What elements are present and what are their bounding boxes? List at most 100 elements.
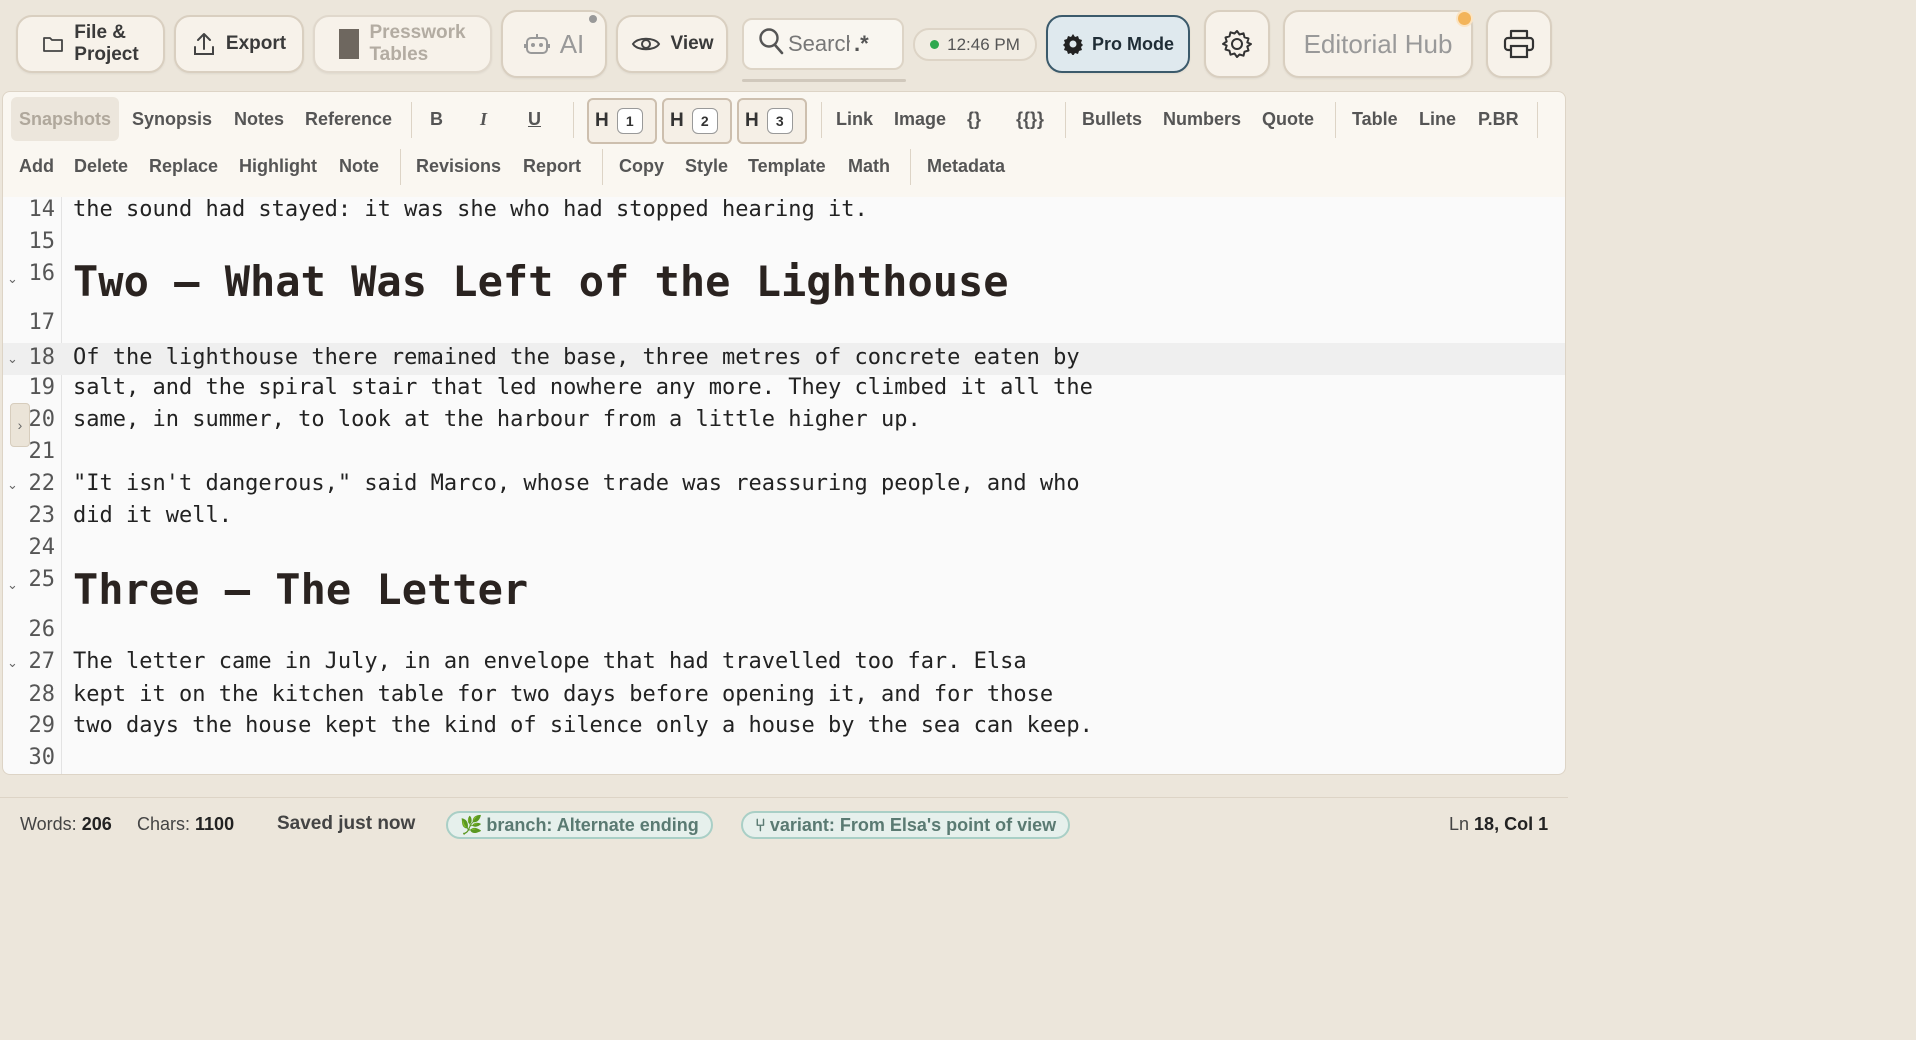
heading-1-button[interactable]: H 1	[587, 98, 657, 144]
bold-button[interactable]: B	[430, 104, 443, 134]
editor-line[interactable]: 30	[3, 745, 1565, 773]
variant-badge[interactable]: ⑂ variant: From Elsa's point of view	[741, 811, 1071, 839]
editor-line[interactable]: 29 two days the house kept the kind of s…	[3, 713, 1565, 745]
presswork-tables-button[interactable]: Presswork Tables	[313, 15, 492, 73]
line-text[interactable]: Of the lighthouse there remained the bas…	[73, 345, 1080, 370]
regex-toggle[interactable]: .*	[854, 31, 869, 57]
line-text[interactable]: The letter came in July, in an envelope …	[73, 649, 1027, 674]
revisions-button[interactable]: Revisions	[416, 151, 501, 181]
notification-badge	[1456, 10, 1473, 27]
column-label: Col	[1504, 814, 1534, 834]
search-icon	[758, 27, 784, 61]
notes-button[interactable]: Notes	[234, 104, 284, 134]
note-button[interactable]: Note	[339, 151, 379, 181]
quote-button[interactable]: Quote	[1262, 104, 1314, 134]
snapshots-button[interactable]: Snapshots	[11, 97, 120, 141]
file-project-button[interactable]: File & Project	[16, 15, 165, 73]
line-number: 22	[28, 471, 56, 496]
separator	[910, 149, 911, 185]
column-value: 1	[1538, 814, 1549, 834]
ai-button[interactable]: AI	[501, 10, 607, 78]
line-text[interactable]: kept it on the kitchen table for two day…	[73, 682, 1053, 707]
pro-mode-button[interactable]: Pro Mode	[1046, 15, 1190, 73]
table-button[interactable]: Table	[1352, 104, 1398, 134]
char-count: Chars: 1100	[137, 814, 234, 835]
editor-line[interactable]: 23 did it well.	[3, 503, 1565, 535]
separator	[573, 102, 574, 138]
line-text[interactable]: two days the house kept the kind of sile…	[73, 713, 1093, 738]
editor-line[interactable]: ⌄ 22 "It isn't dangerous," said Marco, w…	[3, 471, 1565, 503]
math-button[interactable]: Math	[848, 151, 890, 181]
editor-line[interactable]: ⌄ 25 Three — The Letter	[3, 563, 1565, 621]
branch-badge[interactable]: 🌿 branch: Alternate ending	[446, 811, 713, 839]
editor-line[interactable]: 21	[3, 439, 1565, 469]
metadata-button[interactable]: Metadata	[927, 151, 1005, 181]
print-button[interactable]	[1486, 10, 1552, 78]
line-number: 18	[28, 345, 56, 370]
delete-button[interactable]: Delete	[74, 151, 128, 181]
line-text[interactable]: the sound had stayed: it was she who had…	[73, 197, 868, 222]
editor-line[interactable]: 28 kept it on the kitchen table for two …	[3, 682, 1565, 714]
export-button[interactable]: Export	[174, 15, 304, 73]
settings-button[interactable]	[1204, 10, 1270, 78]
add-button[interactable]: Add	[19, 151, 54, 181]
line-text[interactable]: "It isn't dangerous," said Marco, whose …	[73, 471, 1080, 496]
link-button[interactable]: Link	[836, 104, 873, 134]
pro-mode-label: Pro Mode	[1091, 33, 1174, 54]
italic-button[interactable]: I	[480, 104, 487, 134]
clock: 12:46 PM	[913, 28, 1037, 61]
line-label: Ln	[1449, 814, 1470, 834]
file-project-label-2: Project	[74, 44, 139, 65]
underline-button[interactable]: U	[528, 104, 541, 134]
editor-line[interactable]: 14 the sound had stayed: it was she who …	[3, 197, 1565, 225]
style-button[interactable]: Style	[685, 151, 728, 181]
line-text[interactable]: salt, and the spiral stair that led nowh…	[73, 375, 1093, 400]
editor-line[interactable]: 19 salt, and the spiral stair that led n…	[3, 375, 1565, 407]
image-button[interactable]: Image	[894, 104, 946, 134]
chapter-heading[interactable]: Two — What Was Left of the Lighthouse	[73, 257, 1009, 306]
chapter-heading[interactable]: Three — The Letter	[73, 565, 528, 614]
heading-2-button[interactable]: H 2	[662, 98, 732, 144]
line-number: 27	[28, 649, 56, 674]
editor-line[interactable]: ⌄ 27 The letter came in July, in an enve…	[3, 649, 1565, 681]
search-input[interactable]: Search .*	[742, 18, 904, 70]
word-count-value: 206	[81, 814, 112, 834]
separator	[1537, 102, 1538, 138]
template-button[interactable]: Template	[748, 151, 826, 181]
line-button[interactable]: Line	[1419, 104, 1456, 134]
line-text[interactable]: did it well.	[73, 503, 232, 528]
file-project-label-1: File &	[74, 22, 127, 43]
bullets-button[interactable]: Bullets	[1082, 104, 1142, 134]
synopsis-button[interactable]: Synopsis	[132, 104, 212, 134]
view-button[interactable]: View	[616, 15, 728, 73]
editorial-hub-button[interactable]: Editorial Hub	[1283, 10, 1473, 78]
editor-line[interactable]: ⌄ 16 Two — What Was Left of the Lighthou…	[3, 255, 1565, 313]
line-number: 14	[28, 197, 56, 222]
heading-3-button[interactable]: H 3	[737, 98, 807, 144]
highlight-button[interactable]: Highlight	[239, 151, 317, 181]
editor-line[interactable]: 24	[3, 535, 1565, 563]
ai-notification-dot	[589, 15, 597, 23]
template-braces-button[interactable]: {{}}	[1016, 104, 1044, 134]
text-editor[interactable]: 14 the sound had stayed: it was she who …	[2, 197, 1566, 775]
robot-icon	[523, 32, 550, 56]
heading-1-h: H	[595, 110, 609, 131]
printer-icon	[1503, 29, 1535, 59]
heading-3-level: 3	[766, 108, 793, 134]
code-braces-button[interactable]: {}	[967, 104, 981, 134]
line-text[interactable]: same, in summer, to look at the harbour …	[73, 407, 921, 432]
separator	[821, 102, 822, 138]
copy-button[interactable]: Copy	[619, 151, 664, 181]
editor-line[interactable]: 15	[3, 229, 1565, 257]
reference-button[interactable]: Reference	[305, 104, 392, 134]
editor-line[interactable]: 17	[3, 310, 1565, 338]
numbers-button[interactable]: Numbers	[1163, 104, 1241, 134]
current-line[interactable]: ⌄ 18 Of the lighthouse there remained th…	[3, 343, 1565, 375]
editor-line[interactable]: 20 same, in summer, to look at the harbo…	[3, 407, 1565, 439]
page-break-button[interactable]: P.BR	[1478, 104, 1519, 134]
report-button[interactable]: Report	[523, 151, 581, 181]
replace-button[interactable]: Replace	[149, 151, 218, 181]
editor-line[interactable]: 26	[3, 617, 1565, 645]
heading-3-h: H	[745, 110, 759, 131]
sidebar-expand-handle[interactable]: ›	[10, 403, 30, 447]
